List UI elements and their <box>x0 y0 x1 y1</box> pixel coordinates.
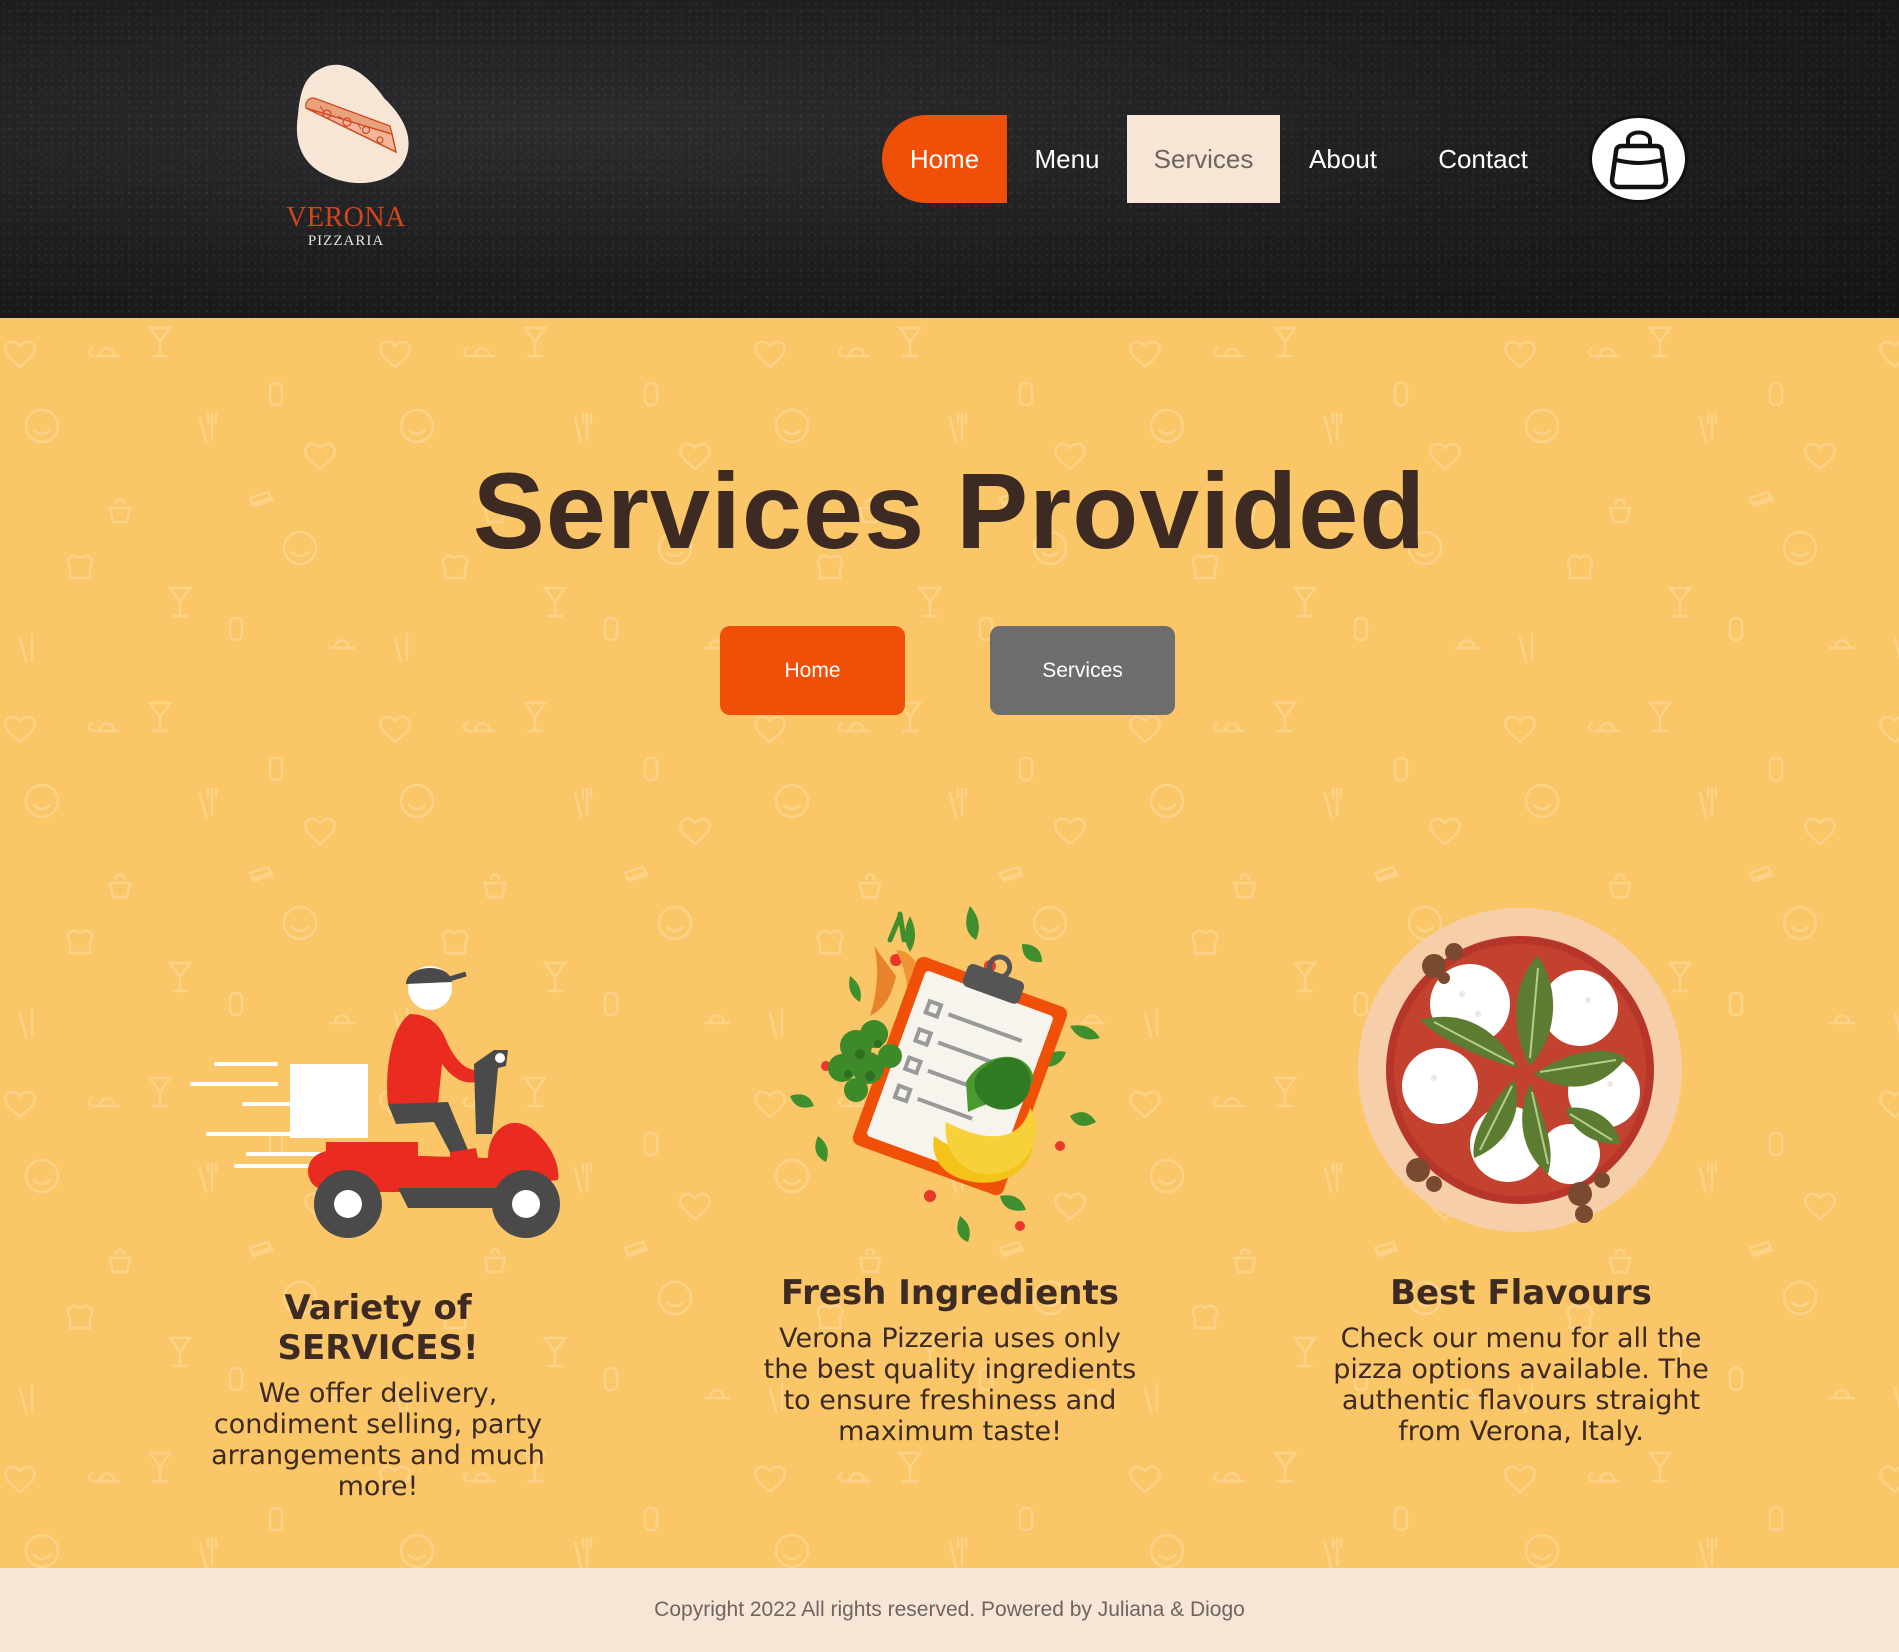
feature-title: Fresh Ingredients <box>781 1273 1119 1313</box>
nav-about[interactable]: About <box>1280 115 1406 203</box>
feature-title: Variety of SERVICES! <box>277 1288 479 1368</box>
logo-brand: VERONA <box>286 202 406 233</box>
feature-text: Verona Pizzeria uses only the best quali… <box>763 1323 1137 1447</box>
cart-button[interactable] <box>1589 115 1688 203</box>
feature-text: We offer delivery, condiment selling, pa… <box>211 1378 545 1502</box>
feature-flavours: Best Flavours Check our menu for all the… <box>1331 1273 1711 1447</box>
feature-services: Variety of SERVICES! We offer delivery, … <box>188 1288 568 1502</box>
site-header: VERONA PIZZARIA Home Menu Services About… <box>0 0 1899 318</box>
delivery-scooter-illustration <box>190 966 560 1238</box>
nav-contact[interactable]: Contact <box>1406 115 1560 203</box>
breadcrumb-home-button[interactable]: Home <box>720 626 905 715</box>
logo[interactable]: VERONA PIZZARIA <box>278 60 418 260</box>
copyright-text: Copyright 2022 All rights reserved. Powe… <box>654 1598 1245 1621</box>
services-section: Services Provided Home Services Variety … <box>0 318 1899 1568</box>
logo-subtitle: PIZZARIA <box>307 233 385 249</box>
nav-services[interactable]: Services <box>1127 115 1280 203</box>
main-nav: Home Menu Services About Contact <box>882 115 1560 203</box>
pizza-slice-icon <box>296 64 409 184</box>
site-footer: Copyright 2022 All rights reserved. Powe… <box>0 1568 1899 1652</box>
nav-menu[interactable]: Menu <box>1007 115 1127 203</box>
breadcrumb-services-button[interactable]: Services <box>990 626 1175 715</box>
nav-home[interactable]: Home <box>882 115 1007 203</box>
shopping-bag-icon <box>1609 130 1668 190</box>
pizza-illustration <box>1358 908 1682 1232</box>
feature-ingredients: Fresh Ingredients Verona Pizzeria uses o… <box>760 1273 1140 1447</box>
feature-text: Check our menu for all the pizza options… <box>1333 1323 1709 1447</box>
page-title: Services Provided <box>472 450 1427 571</box>
fresh-ingredients-illustration <box>790 906 1100 1242</box>
feature-title: Best Flavours <box>1390 1273 1652 1313</box>
